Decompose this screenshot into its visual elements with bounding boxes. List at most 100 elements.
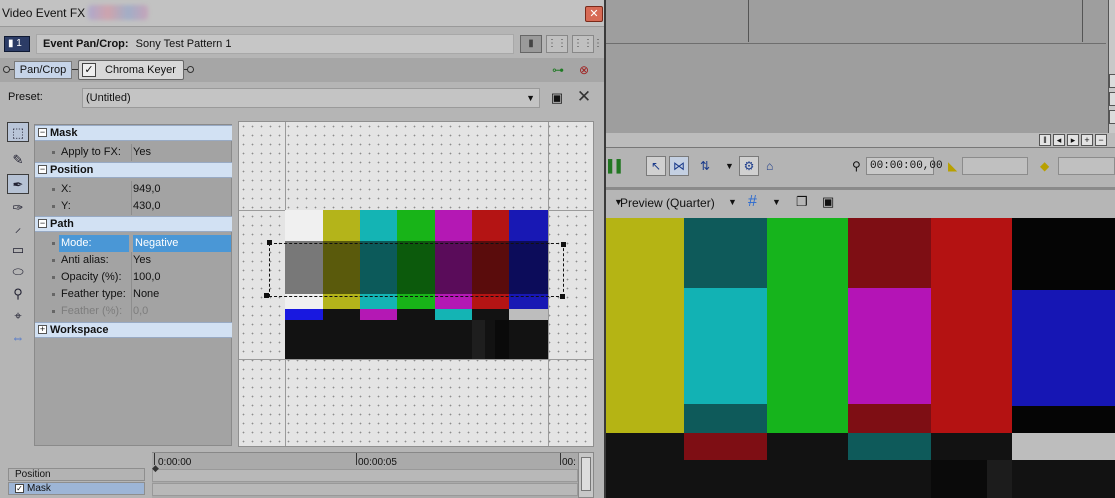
category-position[interactable]: − Position [35, 162, 232, 178]
delete-preset-icon[interactable]: ✕ [575, 88, 593, 106]
save-snapshot-icon[interactable]: ▣ [822, 194, 834, 210]
mask-handle[interactable] [264, 293, 269, 298]
envelope-tool-icon[interactable]: ⋈ [669, 156, 689, 176]
scroll-down-button[interactable] [1109, 92, 1115, 106]
bullet-icon [52, 205, 55, 208]
window-title: Video Event FX [2, 6, 86, 20]
close-icon[interactable]: ✕ [585, 6, 603, 22]
add-point-icon[interactable]: ✑ [7, 198, 29, 218]
timeline-scrollbar[interactable] [578, 452, 594, 498]
mask-canvas[interactable] [238, 121, 594, 447]
anchor-tool-icon[interactable]: ✒ [7, 174, 29, 194]
property-value: 0,0 [133, 305, 149, 317]
vertical-scrollbar[interactable] [1108, 0, 1115, 133]
scroll-thumb[interactable] [581, 457, 591, 491]
single-view-icon[interactable]: ▮ [520, 35, 542, 53]
plugin-chroma-keyer[interactable]: ✓ Chroma Keyer [78, 60, 184, 80]
property-value[interactable]: Yes [133, 144, 231, 161]
category-workspace[interactable]: + Workspace [35, 322, 232, 338]
property-anti-alias[interactable]: Anti alias: Yes [35, 252, 232, 269]
split-marker-icon[interactable]: ▌▌ [608, 156, 625, 176]
horizontal-scrollbar[interactable]: ‖ ◂ ▸ + − [606, 133, 1115, 147]
property-mode[interactable]: Mode: Negative [35, 235, 232, 252]
selection-length-field[interactable] [1058, 157, 1115, 175]
normal-edit-tool-icon[interactable]: ⬚ [7, 122, 29, 142]
event-badge[interactable]: ▮ 1 [4, 36, 30, 52]
chevron-down-icon[interactable]: ▼ [772, 197, 781, 207]
marker-pin-icon[interactable]: ⚲ [852, 156, 861, 176]
property-x[interactable]: X: 949,0 [35, 181, 232, 198]
multi-view-icon[interactable]: ⋮⋮⋮ [572, 35, 603, 53]
lock-envelopes-icon[interactable]: ⌂ [766, 156, 773, 176]
split-view-icon[interactable]: ⋮⋮ [546, 35, 568, 53]
title-bar[interactable]: Video Event FX ✕ [0, 0, 604, 27]
category-mask[interactable]: − Mask [35, 125, 232, 141]
copy-snapshot-icon[interactable]: ❐ [796, 194, 808, 210]
preview-quality-dropdown[interactable]: Preview (Quarter) [620, 194, 715, 212]
overlays-grid-icon[interactable]: # [748, 193, 757, 211]
collapse-icon[interactable]: − [38, 165, 47, 174]
save-preset-icon[interactable]: ▣ [549, 90, 565, 106]
bypass-checkbox[interactable]: ✓ [82, 63, 96, 77]
chevron-down-icon[interactable]: ▼ [725, 156, 734, 176]
category-path[interactable]: − Path [35, 216, 232, 232]
preset-row: Preset: (Untitled) ▼ ▣ ✕ [0, 86, 604, 110]
rectangle-mask-icon[interactable]: ▭ [7, 240, 29, 260]
scroll-grip-icon[interactable]: ‖ [1039, 134, 1051, 146]
track-mask[interactable]: ✓ Mask [8, 482, 145, 495]
property-value[interactable]: 430,0 [133, 198, 231, 215]
scroll-right-button[interactable]: ▸ [1067, 134, 1079, 146]
snap-icon[interactable]: ⇅ [700, 156, 710, 176]
remove-plugin-icon[interactable]: ⊗ [575, 63, 593, 77]
split-point-icon[interactable]: ⸝ [7, 218, 29, 238]
zoom-tool-icon[interactable]: ⚲ [7, 284, 29, 304]
property-value[interactable]: 100,0 [133, 269, 231, 286]
expand-icon[interactable]: + [38, 325, 47, 334]
property-apply-to-fx[interactable]: Apply to FX: Yes [35, 144, 232, 161]
move-horizontal-icon[interactable]: ⇔ [7, 328, 29, 348]
divider [131, 269, 132, 286]
plugin-pan-crop[interactable]: Pan/Crop [14, 61, 72, 79]
selection-start-field[interactable] [962, 157, 1028, 175]
track-checkbox[interactable]: ✓ [15, 484, 24, 493]
track-label: Mask [27, 483, 51, 494]
cursor-tool-icon[interactable]: ↖ [646, 156, 666, 176]
collapse-icon[interactable]: − [38, 219, 47, 228]
redacted-title-area [88, 5, 148, 20]
property-y[interactable]: Y: 430,0 [35, 198, 232, 215]
preset-dropdown[interactable]: (Untitled) ▼ [82, 88, 540, 108]
timecode-display[interactable]: 00:00:00,00 [866, 157, 943, 175]
mask-handle[interactable] [560, 294, 565, 299]
keyframe-icon[interactable]: ◆ [152, 463, 159, 474]
chevron-down-icon[interactable]: ▼ [728, 197, 737, 207]
scroll-up-button[interactable] [1109, 74, 1115, 88]
property-opacity[interactable]: Opacity (%): 100,0 [35, 269, 232, 286]
keyframe-lane[interactable] [152, 483, 578, 496]
mask-handle[interactable] [561, 242, 566, 247]
collapse-icon[interactable]: − [38, 128, 47, 137]
scroll-end-button[interactable] [1109, 110, 1115, 124]
plugin-chain-icon[interactable]: ⊶ [549, 63, 567, 77]
property-value[interactable]: Negative [133, 235, 231, 252]
pen-tool-icon[interactable]: ✎ [7, 150, 29, 170]
divider [131, 181, 132, 198]
property-feather-type[interactable]: Feather type: None [35, 286, 232, 303]
keyframe-timeline[interactable]: 0:00:00 00:00:05 00: ◆ [152, 452, 578, 498]
scroll-left-button[interactable]: ◂ [1053, 134, 1065, 146]
category-label: Path [50, 218, 74, 230]
property-value[interactable]: 949,0 [133, 181, 231, 198]
track-position[interactable]: Position [8, 468, 145, 481]
region-icon[interactable]: ◣ [948, 156, 957, 176]
bullet-icon [52, 259, 55, 262]
zoom-in-button[interactable]: + [1081, 134, 1093, 146]
ellipse-mask-icon[interactable]: ⬭ [7, 262, 29, 282]
select-points-icon[interactable]: ⌖ [7, 306, 29, 326]
mask-handle[interactable] [267, 240, 272, 245]
keyframe-lane[interactable] [152, 469, 578, 482]
loop-region-icon[interactable]: ◆ [1040, 156, 1049, 176]
auto-ripple-icon[interactable]: ⚙ [739, 156, 759, 176]
property-value[interactable]: None [133, 286, 231, 303]
zoom-out-button[interactable]: − [1095, 134, 1107, 146]
mask-path[interactable] [269, 243, 564, 297]
property-value[interactable]: Yes [133, 252, 231, 269]
